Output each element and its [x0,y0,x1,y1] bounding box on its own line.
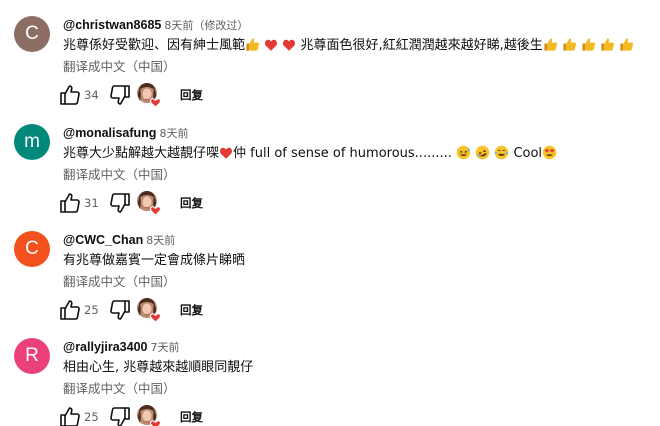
like-icon[interactable] [58,298,82,322]
heart-eyes-emoji [542,145,557,160]
comment-time[interactable]: 7天前 [150,341,179,354]
comment-author[interactable]: @christwan8685 [63,18,161,32]
comment-author[interactable]: @rallyjira3400 [63,340,147,354]
translate-link[interactable]: 翻译成中文（中国） [63,380,176,398]
heart-emoji [282,38,296,52]
reply-button[interactable]: 回复 [180,193,203,213]
avatar[interactable]: m [14,124,50,160]
heart-emoji [264,38,278,52]
dislike-icon[interactable] [108,298,132,322]
dislike-icon[interactable] [108,83,132,107]
translate-link[interactable]: 翻译成中文（中国） [63,273,176,291]
comment-time[interactable]: 8天前（修改过） [164,19,248,32]
comment-actions: 31 回复 [58,190,358,216]
comment-text-part: 有兆尊做嘉賓一定會成條片睇晒 [63,253,246,268]
reply-button[interactable]: 回复 [180,300,203,320]
thumbs-up-emoji [562,37,577,52]
comment-time[interactable]: 8天前 [146,234,175,247]
sweat-smile-emoji [456,145,471,160]
comment-item: R @rallyjira3400 7天前 相由心生, 兆尊越來越順眼同靚仔 翻译成… [0,338,660,426]
comment-text-part: 仲 full of sense of humorous......... [233,146,452,161]
comment-item: C @christwan8685 8天前（修改过） 兆尊係好受歡迎、因有紳士風範 … [0,16,660,122]
comment-text: 兆尊係好受歡迎、因有紳士風範 兆尊面色很好,紅紅潤潤越來越好睇,越後生 [63,36,634,56]
dislike-icon[interactable] [108,405,132,426]
comment-header: @monalisafung 8天前 [63,124,188,140]
like-count: 25 [84,303,99,317]
avatar[interactable]: C [14,16,50,52]
comment-author[interactable]: @monalisafung [63,126,156,140]
creator-heart-icon [136,190,162,216]
reply-button[interactable]: 回复 [180,85,203,105]
thumbs-up-emoji [245,37,260,52]
comment-item: C @CWC_Chan 8天前 有兆尊做嘉賓一定會成條片睇晒 翻译成中文（中国） … [0,231,660,337]
comment-text-part: 兆尊面色很好,紅紅潤潤越來越好睇,越後生 [300,38,543,53]
comment-header: @rallyjira3400 7天前 [63,338,179,354]
comment-header: @CWC_Chan 8天前 [63,231,175,247]
thumbs-up-emoji [619,37,634,52]
creator-heart-icon [136,297,162,323]
joy-emoji [494,145,509,160]
thumbs-up-emoji [543,37,558,52]
comment-text-part: 兆尊大少點解越大越靚仔㗎 [63,146,220,161]
comment-text: 相由心生, 兆尊越來越順眼同靚仔 [63,358,253,378]
comment-item: m @monalisafung 8天前 兆尊大少點解越大越靚仔㗎仲 full of… [0,124,660,230]
comment-text: 兆尊大少點解越大越靚仔㗎仲 full of sense of humorous.… [63,144,557,164]
like-icon[interactable] [58,191,82,215]
comment-actions: 34 回复 [58,82,358,108]
like-icon[interactable] [58,83,82,107]
like-count: 31 [84,196,99,210]
dislike-icon[interactable] [108,191,132,215]
heart-emoji [219,146,233,160]
translate-link[interactable]: 翻译成中文（中国） [63,58,176,76]
thumbs-up-emoji [600,37,615,52]
comment-actions: 25 回复 [58,404,358,426]
comment-time[interactable]: 8天前 [159,127,188,140]
translate-link[interactable]: 翻译成中文（中国） [63,166,176,184]
thumbs-up-emoji [581,37,596,52]
comment-text: 有兆尊做嘉賓一定會成條片睇晒 [63,251,245,271]
avatar[interactable]: R [14,338,50,374]
like-icon[interactable] [58,405,82,426]
comment-text-part: Cool [513,146,543,161]
comment-text-part: 兆尊係好受歡迎、因有紳士風範 [63,38,246,53]
comment-header: @christwan8685 8天前（修改过） [63,16,248,32]
comment-author[interactable]: @CWC_Chan [63,233,143,247]
comment-text-part: 相由心生, 兆尊越來越順眼同靚仔 [63,360,254,375]
avatar[interactable]: C [14,231,50,267]
rofl-emoji [475,145,490,160]
like-count: 25 [84,410,99,424]
like-count: 34 [84,88,99,102]
creator-heart-icon [136,82,162,108]
creator-heart-icon [136,404,162,426]
reply-button[interactable]: 回复 [180,407,203,426]
comment-actions: 25 回复 [58,297,358,323]
